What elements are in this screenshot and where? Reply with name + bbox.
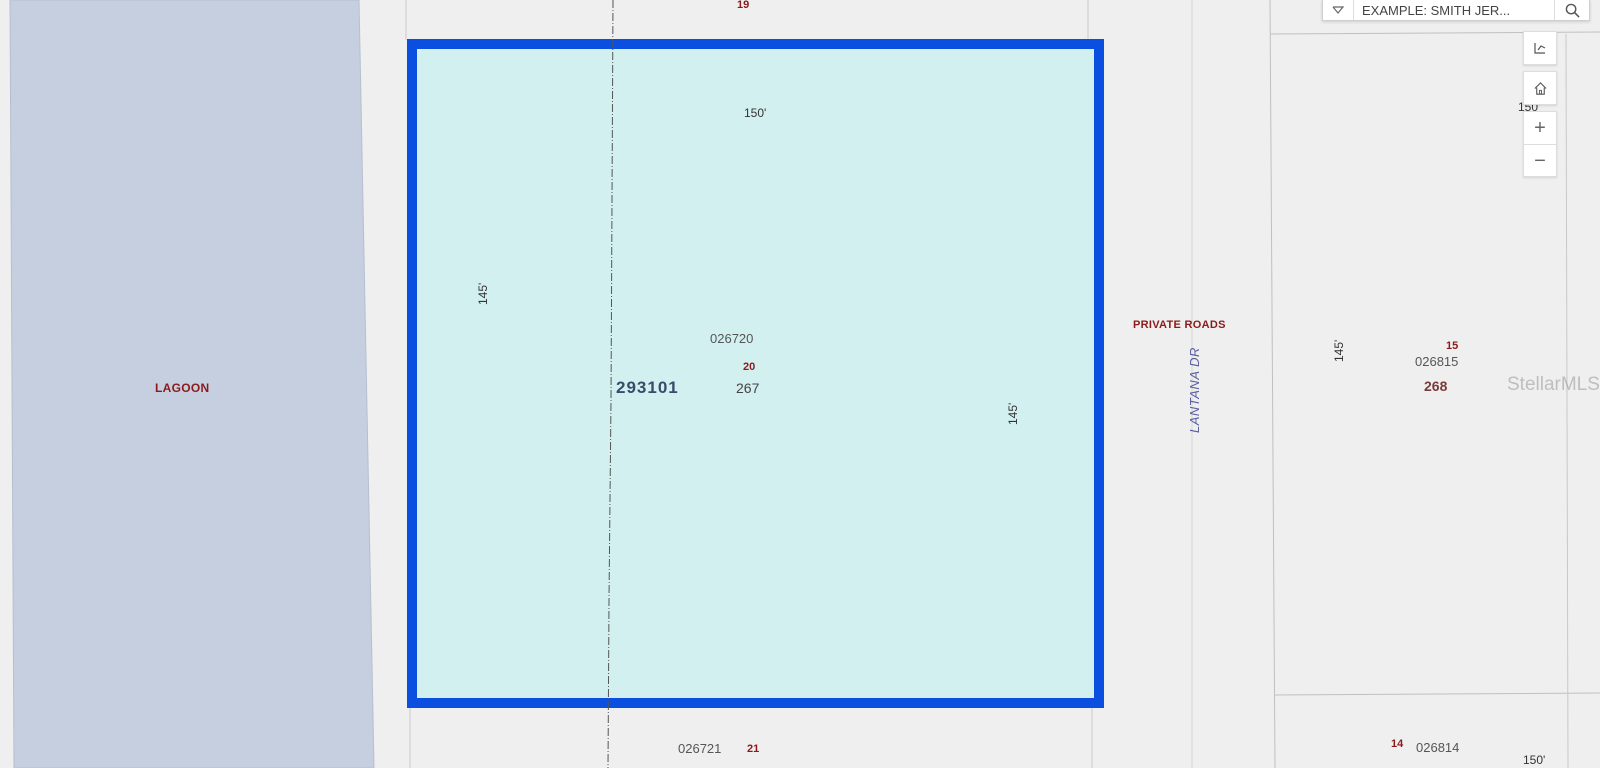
- search-bar: [1322, 0, 1590, 21]
- block-number-268: 268: [1424, 378, 1448, 394]
- home-button[interactable]: [1523, 71, 1557, 105]
- basemap-toggle-button[interactable]: [1523, 31, 1557, 65]
- block-number-267: 267: [736, 380, 760, 396]
- zoom-out-button[interactable]: −: [1524, 144, 1556, 177]
- lot-number-21: 21: [747, 743, 760, 755]
- search-options-dropdown[interactable]: [1323, 0, 1354, 20]
- watermark: StellarMLS: [1507, 374, 1600, 395]
- home-icon: [1533, 81, 1547, 95]
- lot-number-15: 15: [1446, 340, 1459, 352]
- zoom-in-button[interactable]: +: [1524, 112, 1556, 144]
- map-layers-icon: [1534, 43, 1546, 54]
- search-button[interactable]: [1554, 0, 1589, 20]
- search-icon: [1565, 3, 1580, 18]
- lot-number-14: 14: [1391, 738, 1404, 750]
- dimension-right: 145': [1006, 402, 1020, 425]
- block-code: 293101: [616, 378, 679, 397]
- southeast-parcel-id: 026814: [1416, 740, 1460, 755]
- street-label-lantana-dr: LANTANA DR: [1187, 347, 1202, 433]
- search-input[interactable]: [1354, 0, 1554, 20]
- east-parcel-id: 026815: [1415, 354, 1459, 369]
- lot-number-19: 19: [737, 0, 750, 11]
- private-roads-label: PRIVATE ROADS: [1133, 319, 1226, 331]
- lagoon-label: LAGOON: [155, 381, 210, 395]
- subject-parcel[interactable]: [407, 39, 1104, 708]
- east-dimension-left: 145': [1332, 339, 1346, 362]
- dimension-top: 150': [744, 106, 767, 120]
- south-parcel-id: 026721: [678, 741, 722, 756]
- zoom-control: + −: [1523, 111, 1557, 177]
- parcel-map[interactable]: [0, 0, 1600, 768]
- dimension-left: 145': [476, 282, 490, 305]
- triangle-down-icon: [1332, 6, 1344, 14]
- lot-number-20: 20: [743, 361, 756, 373]
- southeast-dimension-bottom: 150': [1523, 753, 1546, 767]
- parcel-id: 026720: [710, 331, 754, 346]
